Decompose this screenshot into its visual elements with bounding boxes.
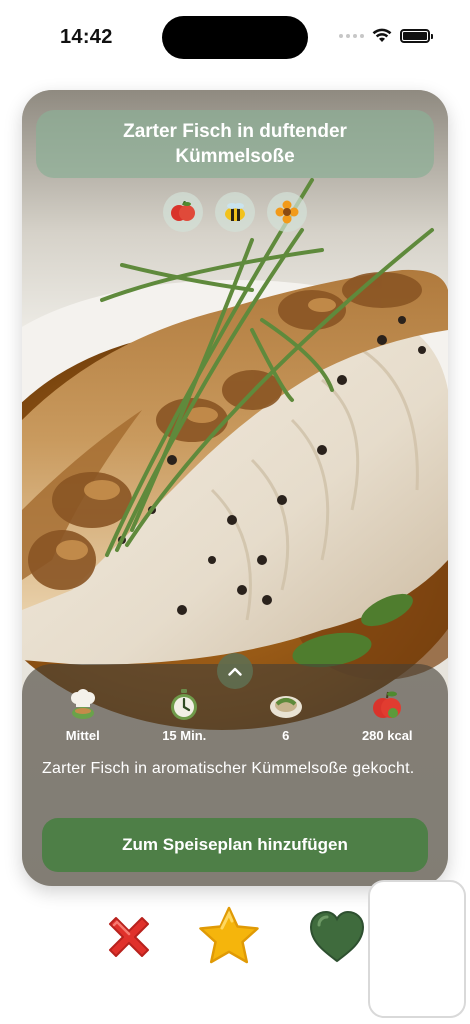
recipe-description: Zarter Fisch in aromatischer Kümmelsoße … xyxy=(42,760,415,777)
stat-servings-label: 6 xyxy=(282,728,290,743)
status-bar: 14:42 xyxy=(0,0,470,76)
recipe-tag-row xyxy=(22,192,448,232)
chevron-up-icon xyxy=(228,667,242,676)
collapse-button[interactable] xyxy=(217,653,253,689)
stat-servings: 6 xyxy=(241,688,331,743)
apple-tomato-icon xyxy=(163,192,203,232)
flower-icon xyxy=(267,192,307,232)
plate-icon xyxy=(269,688,303,722)
stat-difficulty-label: Mittel xyxy=(65,728,100,743)
star-icon xyxy=(199,906,259,964)
status-time: 14:42 xyxy=(60,26,113,48)
timer-icon xyxy=(167,688,201,722)
dislike-button[interactable] xyxy=(96,904,162,970)
stat-calories: 280 kcal xyxy=(342,688,432,743)
battery-icon xyxy=(400,28,433,43)
recipe-stats: Mittel 15 Min. 6 280 kcal xyxy=(22,688,448,743)
dynamic-island xyxy=(162,16,308,59)
recipe-title: Zarter Fisch in duftender Kümmelsoße xyxy=(123,121,347,167)
heart-icon xyxy=(309,910,365,963)
wifi-icon xyxy=(372,28,392,42)
chef-hat-icon xyxy=(66,688,100,722)
apple-icon xyxy=(370,688,404,722)
like-button[interactable] xyxy=(304,904,370,970)
bee-icon xyxy=(215,192,255,232)
recipe-swipe-screen: 14:42 Zarter Fisch in duftender Kümmelso… xyxy=(0,0,470,1024)
signal-icon xyxy=(339,33,364,38)
floating-placeholder-box xyxy=(368,880,466,1018)
stat-difficulty: Mittel xyxy=(38,688,128,743)
stat-calories-label: 280 kcal xyxy=(361,728,413,743)
stat-time: 15 Min. xyxy=(139,688,229,743)
x-icon xyxy=(109,917,149,957)
recipe-title-box: Zarter Fisch in duftender Kümmelsoße xyxy=(36,110,434,178)
add-to-meal-plan-button[interactable]: Zum Speiseplan hinzufügen xyxy=(42,818,428,872)
recipe-card[interactable]: Zarter Fisch in duftender Kümmelsoße Mit… xyxy=(22,90,448,886)
status-icons xyxy=(339,28,433,43)
stat-time-label: 15 Min. xyxy=(162,728,207,743)
favorite-button[interactable] xyxy=(196,904,262,970)
